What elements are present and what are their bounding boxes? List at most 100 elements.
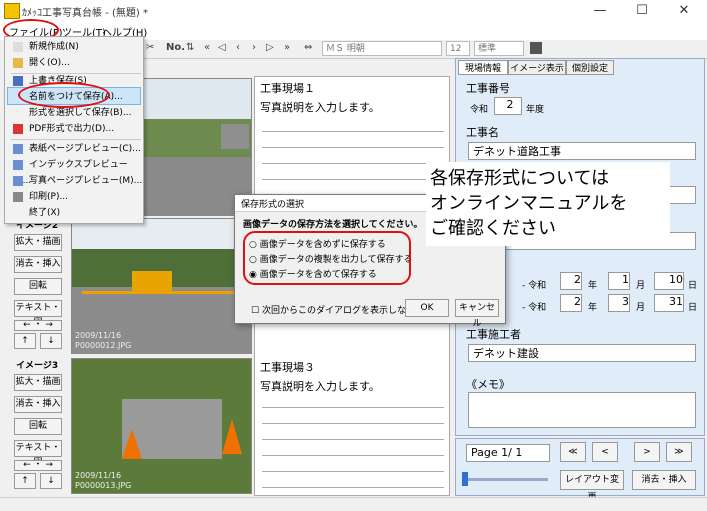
next-icon[interactable]: › (252, 42, 256, 53)
first-page-button[interactable]: ≪ (560, 442, 586, 462)
menu-index-preview[interactable]: インデックスプレビュー(I)... (13, 157, 143, 186)
photo-3-date: 2009/11/16 (75, 471, 122, 480)
save-as-red-oval (18, 82, 110, 108)
image-header-3: イメージ3 (16, 361, 59, 371)
photo-3[interactable]: 2009/11/16 P0000013.JPG (71, 358, 252, 494)
year-input[interactable]: 2 (494, 97, 522, 115)
menu-exit[interactable]: 終了(X) (13, 205, 60, 221)
window-title: ｶﾒｯｺ工事写真台帳 - (無題) * (22, 8, 148, 19)
rotate-button-2[interactable]: 回転 (14, 278, 62, 295)
left-right-button-2[interactable]: ← ・ → (14, 320, 62, 331)
erase-insert-button-2[interactable]: 消去・挿入 (14, 256, 62, 273)
menu-photo-preview[interactable]: 写真ページプレビュー(M)... (13, 173, 142, 189)
erase-insert-button-3[interactable]: 消去・挿入 (14, 396, 62, 413)
preview-icon (13, 144, 23, 154)
menu-exit-label: 終了(X) (29, 208, 61, 218)
dialog-ok-button[interactable]: OK (405, 299, 449, 317)
last-page-button[interactable]: ≫ (666, 442, 692, 462)
kouji-bangou-label: 工事番号 (466, 82, 510, 95)
file-dropdown: 新規作成(N) 開く(O)... 上書き保存(S) 名前をつけて保存(A)...… (4, 36, 144, 224)
reiwa-label: 令和 (470, 105, 489, 115)
end-month-input[interactable]: 3 (608, 294, 630, 312)
new-icon (13, 42, 23, 52)
memo-label: 《メモ》 (466, 378, 510, 391)
menu-save-format-label: 形式を選択して保存(B)... (29, 108, 132, 118)
close-button[interactable]: ✕ (664, 0, 704, 22)
erase-insert-page-button[interactable]: 消去・挿入 (632, 470, 696, 490)
scissors-icon[interactable]: ✂ (146, 42, 154, 53)
menu-cover-preview[interactable]: 表紙ページプレビュー(C)... (13, 141, 141, 157)
dialog-title: 保存形式の選択 (241, 200, 305, 210)
number-button[interactable]: No. (166, 42, 185, 53)
minimize-button[interactable]: — (580, 0, 620, 22)
preview-icon (13, 176, 23, 186)
line-rows-1 (262, 116, 444, 196)
last-icon[interactable]: » (284, 42, 290, 53)
callout-line-3: ご確認ください (430, 218, 556, 239)
start-year-input[interactable]: 2 (560, 272, 582, 290)
callout-note: 各保存形式については オンラインマニュアルを ご確認ください (426, 162, 670, 246)
up-button-2[interactable]: ↑ (14, 333, 36, 349)
status-bar (0, 497, 707, 511)
site-title-3[interactable]: 工事現場３ (260, 359, 315, 375)
dialog-cancel-button[interactable]: キャンセル (455, 299, 499, 329)
prev-page-button[interactable]: < (592, 442, 618, 462)
tab-individual-settings[interactable]: 個別設定 (566, 60, 614, 75)
prev-frame-icon[interactable]: ◁ (218, 42, 226, 53)
end-nen: 年 (588, 303, 598, 313)
font-select[interactable]: ＭＳ 明朝 (322, 41, 442, 56)
menu-print[interactable]: 印刷(P)... (13, 189, 68, 205)
options-red-outline (243, 231, 411, 285)
memo-textarea[interactable] (468, 392, 696, 428)
text-figure-button-3[interactable]: テキスト・図 (14, 440, 62, 468)
end-reiwa: - 令和 (522, 303, 547, 313)
site-title-1[interactable]: 工事現場１ (260, 80, 315, 96)
sekou-input[interactable]: デネット建設 (468, 344, 696, 362)
layout-change-button[interactable]: レイアウト変更 (560, 470, 624, 503)
sort-icon[interactable]: ⇅ (186, 42, 194, 53)
dialog-prompt: 画像データの保存方法を選択してください。 (243, 220, 423, 230)
site-desc-1[interactable]: 写真説明を入力します。 (260, 99, 380, 115)
first-icon[interactable]: « (204, 42, 210, 53)
dont-show-checkbox[interactable]: ☐ 次回からこのダイアログを表示しない (251, 303, 415, 316)
text-figure-button-2[interactable]: テキスト・図 (14, 300, 62, 328)
next-page-button[interactable]: > (634, 442, 660, 462)
menu-new[interactable]: 新規作成(N) (13, 39, 79, 55)
save-icon (13, 76, 23, 86)
callout-line-1: 各保存形式については (430, 168, 610, 189)
maximize-button[interactable]: ☐ (622, 0, 662, 22)
zoom-draw-button-2[interactable]: 拡大・描画 (14, 234, 62, 251)
start-reiwa: - 令和 (522, 281, 547, 291)
end-year-input[interactable]: 2 (560, 294, 582, 312)
tab-image-display[interactable]: イメージ表示 (508, 60, 566, 75)
resize-icon[interactable]: ⇔ (304, 42, 312, 53)
prev-icon[interactable]: ‹ (236, 42, 240, 53)
photo-2[interactable]: 2009/11/16 P0000012.JPG (71, 218, 252, 354)
line-rows-3 (262, 392, 444, 488)
start-hi: 日 (688, 281, 698, 291)
font-size-select[interactable]: 12 (446, 41, 470, 56)
kouji-mei-input[interactable]: デネット道路工事 (468, 142, 696, 160)
page-slider-thumb[interactable] (462, 472, 468, 486)
start-tsuki: 月 (636, 281, 646, 291)
left-right-button-3[interactable]: ← ・ → (14, 460, 62, 471)
photo-3-file: P0000013.JPG (75, 481, 132, 490)
tab-site-info[interactable]: 現場情報 (458, 60, 508, 75)
color-swatch[interactable] (530, 42, 542, 54)
up-button-3[interactable]: ↑ (14, 473, 36, 489)
menu-open[interactable]: 開く(O)... (13, 55, 70, 71)
zoom-draw-button-3[interactable]: 拡大・描画 (14, 374, 62, 391)
start-month-input[interactable]: 1 (608, 272, 630, 290)
rotate-button-3[interactable]: 回転 (14, 418, 62, 435)
start-day-input[interactable]: 10 (654, 272, 684, 290)
menu-print-label: 印刷(P)... (29, 192, 69, 202)
next-frame-icon[interactable]: ▷ (266, 42, 274, 53)
down-button-2[interactable]: ↓ (40, 333, 62, 349)
menu-cover-preview-label: 表紙ページプレビュー(C)... (29, 144, 141, 154)
font-style-select[interactable]: 標準 (474, 41, 524, 56)
menu-pdf[interactable]: PDF形式で出力(D)... (13, 121, 114, 137)
page-slider[interactable] (464, 478, 548, 481)
preview-icon (13, 160, 23, 170)
end-day-input[interactable]: 31 (654, 294, 684, 312)
down-button-3[interactable]: ↓ (40, 473, 62, 489)
